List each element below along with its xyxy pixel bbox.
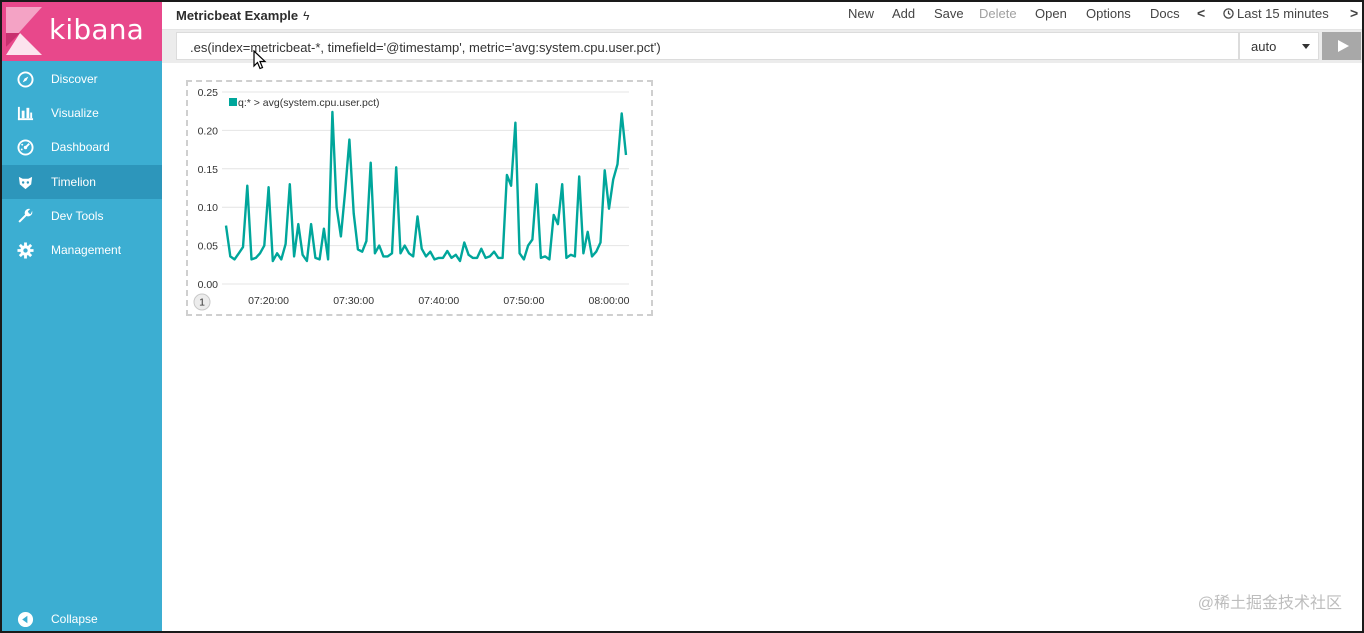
sidebar-item-dev-tools[interactable]: Dev Tools: [2, 199, 162, 233]
timelion-chart-panel[interactable]: 0.25 0.20 0.15 0.10 0.05 0.00 07:20:00 07:30:00…: [186, 80, 653, 316]
kibana-brand-text: kibana: [49, 13, 145, 46]
mouse-cursor-icon: [253, 50, 267, 70]
add-button[interactable]: Add: [892, 6, 915, 21]
x-tick-label: 07:50:00: [503, 295, 544, 307]
timelion-chart: 0.25 0.20 0.15 0.10 0.05 0.00 07:20:00 07:30:00…: [193, 87, 630, 311]
y-tick-label: 0.00: [198, 279, 219, 291]
sidebar-item-dashboard[interactable]: Dashboard: [2, 130, 162, 164]
page-title-text: Metricbeat Example: [176, 8, 299, 23]
sidebar-item-management[interactable]: Management: [2, 233, 162, 267]
options-button[interactable]: Options: [1086, 6, 1131, 21]
time-range-label: Last 15 minutes: [1237, 6, 1329, 21]
query-bar: .es(index=metricbeat-*, timefield='@time…: [162, 30, 1362, 63]
top-nav-bar: Metricbeat Example ϟ New Add Save Delete …: [162, 2, 1362, 30]
delete-button[interactable]: Delete: [979, 6, 1017, 21]
sidebar-item-label: Timelion: [51, 175, 96, 189]
bar-chart-icon: [16, 104, 34, 122]
y-tick-label: 0.05: [198, 241, 219, 253]
series-line: [224, 110, 628, 263]
kibana-logo[interactable]: kibana: [2, 2, 162, 61]
sidebar-item-timelion[interactable]: Timelion: [2, 165, 162, 199]
compass-icon: [16, 70, 34, 88]
chevron-left-icon[interactable]: <: [1197, 5, 1205, 21]
clock-icon: [1223, 8, 1234, 19]
sidebar-item-label: Management: [51, 243, 122, 257]
interval-select[interactable]: auto: [1239, 32, 1319, 60]
sidebar-item-discover[interactable]: Discover: [2, 62, 162, 96]
sidebar-item-label: Visualize: [51, 106, 99, 120]
collapse-label: Collapse: [51, 612, 98, 626]
interval-value: auto: [1251, 39, 1277, 54]
y-tick-label: 0.15: [198, 164, 219, 176]
chevron-right-icon[interactable]: >: [1350, 5, 1358, 21]
expression-input[interactable]: .es(index=metricbeat-*, timefield='@time…: [176, 32, 1239, 60]
y-tick-label: 0.25: [198, 87, 219, 99]
save-button[interactable]: Save: [934, 6, 964, 21]
wrench-icon: [16, 207, 34, 225]
x-tick-label: 07:30:00: [333, 295, 374, 307]
caret-down-icon: [1302, 44, 1310, 49]
sidebar-item-label: Dashboard: [51, 140, 110, 154]
sidebar-item-label: Dev Tools: [51, 209, 104, 223]
run-button[interactable]: [1322, 32, 1361, 60]
sidebar-item-label: Discover: [51, 72, 98, 86]
kibana-window: kibana Discover Visualize Dashboard Time: [0, 0, 1364, 633]
x-tick-label: 07:40:00: [418, 295, 459, 307]
sidebar: kibana Discover Visualize Dashboard Time: [2, 2, 162, 631]
time-picker[interactable]: Last 15 minutes: [1223, 6, 1329, 21]
x-tick-label: 07:20:00: [248, 295, 289, 307]
dashboard-icon: [16, 138, 34, 156]
bolt-icon: ϟ: [303, 9, 310, 23]
sidebar-item-visualize[interactable]: Visualize: [2, 96, 162, 130]
play-icon: [1337, 40, 1349, 52]
gear-icon: [16, 241, 34, 259]
collapse-icon: [16, 610, 34, 628]
y-tick-label: 0.20: [198, 125, 219, 137]
watermark-text: @稀土掘金技术社区: [1197, 595, 1342, 612]
legend-swatch: [229, 98, 237, 106]
panel-badge-label: 1: [199, 297, 205, 309]
collapse-button[interactable]: Collapse: [2, 602, 162, 631]
page-title: Metricbeat Example ϟ: [176, 8, 309, 23]
docs-button[interactable]: Docs: [1150, 6, 1180, 21]
kibana-logo-icon: [6, 7, 42, 55]
timelion-icon: [16, 173, 34, 191]
x-tick-label: 08:00:00: [589, 295, 630, 307]
new-button[interactable]: New: [848, 6, 874, 21]
legend-label: q:* > avg(system.cpu.user.pct): [238, 97, 380, 109]
open-button[interactable]: Open: [1035, 6, 1067, 21]
y-tick-label: 0.10: [198, 202, 219, 214]
